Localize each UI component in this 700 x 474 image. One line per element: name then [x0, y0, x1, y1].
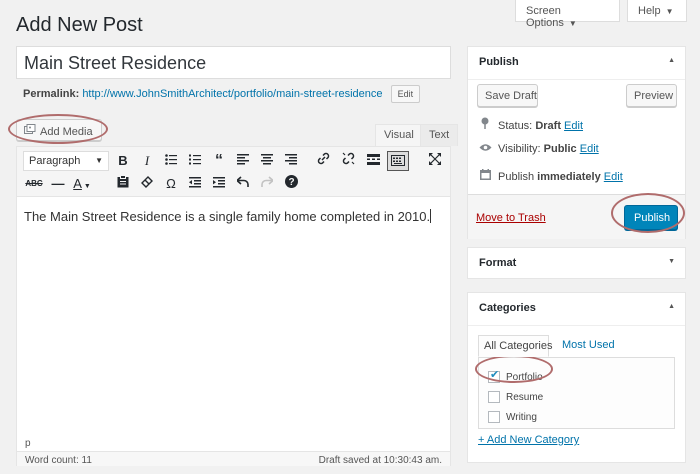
svg-text:?: ?: [288, 177, 294, 188]
tab-most-used[interactable]: Most Used: [557, 335, 620, 357]
eye-icon: [478, 143, 492, 155]
element-path: p: [25, 438, 31, 449]
tab-visual[interactable]: Visual: [375, 124, 423, 146]
category-item-writing[interactable]: Writing: [488, 411, 537, 423]
status-label: Status:: [498, 120, 533, 132]
calendar-icon: [478, 169, 492, 183]
visibility-edit-link[interactable]: Edit: [580, 143, 599, 155]
editor-content[interactable]: The Main Street Residence is a single fa…: [24, 209, 432, 224]
caret-down-icon: ▼: [95, 156, 103, 165]
blockquote-icon[interactable]: “: [208, 151, 230, 171]
status-row: Status: Draft Edit: [478, 117, 583, 132]
horizontal-line-icon[interactable]: —: [47, 174, 69, 194]
preview-button[interactable]: Preview: [626, 84, 677, 107]
fullscreen-icon[interactable]: [424, 151, 446, 171]
italic-icon[interactable]: I: [136, 151, 158, 171]
unlink-icon[interactable]: [337, 151, 359, 171]
permalink-link[interactable]: http://www.JohnSmithArchitect/portfolio/…: [82, 88, 382, 100]
page-title: Add New Post: [16, 14, 143, 36]
save-draft-button[interactable]: Save Draft: [477, 84, 538, 107]
editor-toolbar: Paragraph ▼ B I “ ABC — A ▼ Ω ?: [17, 147, 450, 197]
format-box: Format ▼: [467, 247, 686, 279]
paste-as-text-icon[interactable]: [112, 174, 134, 194]
pin-icon: [478, 117, 492, 132]
help-icon[interactable]: ?: [280, 174, 302, 194]
caret-up-icon[interactable]: ▲: [668, 57, 675, 64]
schedule-edit-link[interactable]: Edit: [604, 171, 623, 183]
caret-down-icon[interactable]: ▼: [668, 258, 675, 265]
caret-up-icon[interactable]: ▲: [668, 303, 675, 310]
checkbox[interactable]: [488, 411, 500, 423]
indent-icon[interactable]: [208, 174, 230, 194]
editor-status-bar: Word count: 11 Draft saved at 10:30:43 a…: [17, 451, 450, 466]
draft-saved-status: Draft saved at 10:30:43 am.: [318, 455, 442, 466]
help-label: Help: [638, 5, 661, 17]
word-count: Word count: 11: [25, 455, 92, 466]
tab-text[interactable]: Text: [420, 124, 459, 146]
add-new-category-link[interactable]: + Add New Category: [478, 434, 579, 446]
highlight-oval: [611, 193, 685, 233]
special-character-icon[interactable]: Ω: [160, 174, 182, 194]
highlight-oval: [8, 114, 108, 144]
visibility-value: Public: [543, 143, 577, 155]
caret-down-icon: ▼: [665, 7, 674, 16]
screen-options-label: Screen Options: [526, 5, 564, 29]
strikethrough-icon[interactable]: ABC: [23, 174, 45, 194]
align-center-icon[interactable]: [256, 151, 278, 171]
format-box-title: Format: [479, 257, 517, 269]
caret-down-icon: ▼: [568, 19, 577, 28]
toolbar-toggle-icon[interactable]: [387, 151, 409, 171]
read-more-icon[interactable]: [362, 151, 384, 171]
format-box-header[interactable]: Format ▼: [468, 248, 685, 281]
align-right-icon[interactable]: [280, 151, 302, 171]
category-item-resume[interactable]: Resume: [488, 391, 543, 403]
schedule-value: immediately: [537, 171, 601, 183]
text-color-icon[interactable]: A ▼: [71, 174, 93, 194]
redo-icon[interactable]: [256, 174, 278, 194]
bullet-list-icon[interactable]: [160, 151, 182, 171]
undo-icon[interactable]: [232, 174, 254, 194]
numbered-list-icon[interactable]: [184, 151, 206, 171]
format-select[interactable]: Paragraph ▼: [23, 151, 109, 171]
help-button[interactable]: Help ▼: [627, 0, 687, 22]
publish-box-title: Publish: [479, 56, 519, 68]
visibility-label: Visibility:: [498, 143, 541, 155]
schedule-row: Publish immediately Edit: [478, 169, 623, 183]
tab-all-categories[interactable]: All Categories: [478, 335, 552, 357]
publish-box-header[interactable]: Publish ▲: [468, 47, 685, 80]
visibility-row: Visibility: Public Edit: [478, 143, 599, 155]
status-edit-link[interactable]: Edit: [564, 120, 583, 132]
content-text: The Main Street Residence is a single fa…: [24, 209, 431, 224]
highlight-oval: [475, 355, 553, 383]
move-to-trash-link[interactable]: Move to Trash: [476, 212, 546, 224]
checkbox[interactable]: [488, 391, 500, 403]
permalink-edit-button[interactable]: Edit: [390, 85, 421, 103]
category-label: Writing: [506, 412, 537, 423]
post-title-input[interactable]: Main Street Residence: [16, 46, 451, 79]
format-select-value: Paragraph: [29, 155, 81, 167]
editor: Paragraph ▼ B I “ ABC — A ▼ Ω ? The Main…: [16, 146, 451, 466]
align-left-icon[interactable]: [232, 151, 254, 171]
categories-box-header[interactable]: Categories ▲: [468, 293, 685, 326]
text-cursor: [430, 209, 432, 223]
categories-box-title: Categories: [479, 302, 536, 314]
status-value: Draft: [535, 120, 561, 132]
link-icon[interactable]: [312, 151, 334, 171]
clear-formatting-icon[interactable]: [136, 174, 158, 194]
permalink-row: Permalink: http://www.JohnSmithArchitect…: [23, 85, 421, 103]
permalink-label: Permalink:: [23, 88, 80, 100]
bold-icon[interactable]: B: [112, 151, 134, 171]
schedule-label: Publish: [498, 171, 535, 183]
outdent-icon[interactable]: [184, 174, 206, 194]
category-label: Resume: [506, 392, 544, 403]
screen-options-button[interactable]: Screen Options ▼: [515, 0, 620, 29]
